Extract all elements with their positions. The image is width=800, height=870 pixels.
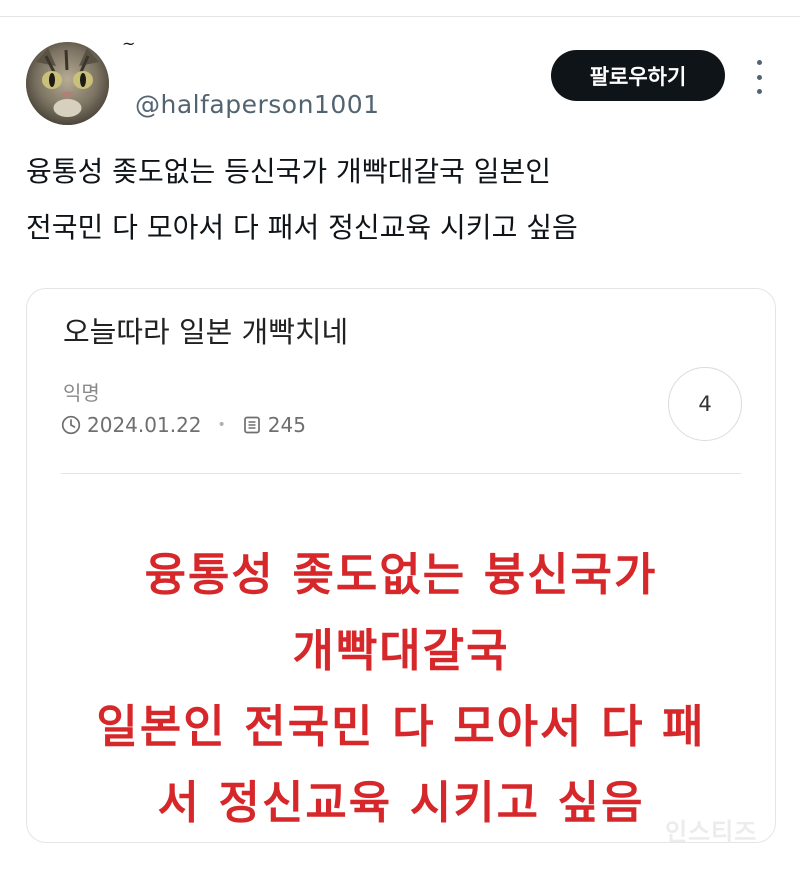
- post-body-line: 융통성 좆도없는 븅신국가: [144, 548, 658, 601]
- post-author: 익명: [63, 381, 100, 405]
- document-icon: [243, 416, 260, 434]
- meta-separator-dot: •: [217, 417, 226, 433]
- post-card-image[interactable]: 오늘따라 일본 개빡치네 익명 2024.01.22 • 245 4 융통성 좆…: [26, 288, 776, 843]
- post-body-line: 서 정신교육 시키고 싶음: [157, 776, 645, 829]
- follow-button[interactable]: 팔로우하기: [551, 50, 725, 101]
- post-meta: 2024.01.22 • 245: [61, 413, 306, 437]
- post-title: 오늘따라 일본 개빡치네: [63, 315, 349, 349]
- cat-avatar-image: [26, 42, 109, 125]
- comment-count-badge[interactable]: 4: [668, 367, 742, 441]
- display-name[interactable]: ~: [122, 34, 135, 53]
- tweet-text: 융통성 좆도없는 등신국가 개빡대갈국 일본인 전국민 다 모아서 다 패서 정…: [26, 144, 766, 256]
- top-divider: [0, 16, 800, 17]
- dot: [756, 60, 762, 65]
- watermark: 인스티즈: [665, 818, 758, 846]
- post-body-line: 일본인 전국민 다 모아서 다 패: [96, 700, 706, 753]
- card-divider: [61, 473, 741, 474]
- post-body: 융통성 좆도없는 븅신국가 개빡대갈국 일본인 전국민 다 모아서 다 패 서 …: [27, 537, 775, 841]
- dot: [756, 74, 762, 80]
- tweet-line: 전국민 다 모아서 다 패서 정신교육 시키고 싶음: [26, 211, 578, 244]
- dot: [756, 89, 762, 94]
- user-handle[interactable]: @halfaperson1001: [135, 90, 380, 119]
- post-views: 245: [267, 413, 306, 437]
- post-date: 2024.01.22: [87, 413, 202, 437]
- tweet-line: 융통성 좆도없는 등신국가 개빡대갈국 일본인: [26, 155, 552, 188]
- post-body-line: 개빡대갈국: [292, 624, 510, 677]
- avatar[interactable]: [26, 42, 109, 125]
- clock-icon: [61, 415, 81, 435]
- more-options-icon[interactable]: [748, 60, 770, 94]
